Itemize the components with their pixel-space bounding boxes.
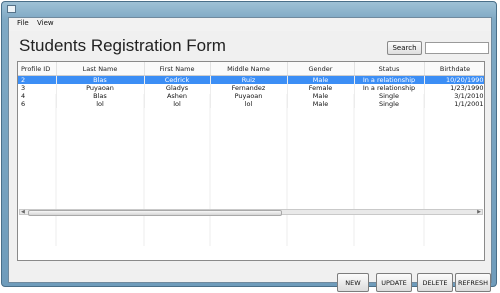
cell-birthdate: 1/23/1990 xyxy=(424,84,484,92)
horizontal-scrollbar[interactable]: ◀ ▶ xyxy=(19,209,483,216)
delete-button[interactable]: DELETE xyxy=(417,273,453,292)
cell-status: Single xyxy=(354,92,425,100)
students-table: Profile ID Last Name First Name Middle N… xyxy=(17,61,485,261)
title-bar[interactable] xyxy=(2,2,496,16)
menu-view[interactable]: View xyxy=(37,19,54,27)
cell-gender: Female xyxy=(287,84,355,92)
cell-first-name: Cedrick xyxy=(144,75,211,84)
menu-file[interactable]: File xyxy=(17,19,29,27)
column-header-first-name[interactable]: First Name xyxy=(144,62,211,76)
cell-last-name: Blas xyxy=(56,75,145,84)
search-input[interactable] xyxy=(425,42,489,54)
table-row[interactable]: 2 Blas Cedrick Ruiz Male In a relationsh… xyxy=(18,75,484,84)
cell-gender: Male xyxy=(287,100,355,108)
cell-birthdate: 1/1/2001 xyxy=(424,100,484,108)
table-header-row: Profile ID Last Name First Name Middle N… xyxy=(18,62,484,76)
column-header-gender[interactable]: Gender xyxy=(287,62,355,76)
cell-middle-name: Fernandez xyxy=(210,84,288,92)
cell-last-name: lol xyxy=(56,100,145,108)
update-button[interactable]: UPDATE xyxy=(376,273,412,292)
client-area: File View Students Registration Form Sea… xyxy=(8,17,492,292)
column-header-middle-name[interactable]: Middle Name xyxy=(210,62,288,76)
cell-status: In a relationship xyxy=(354,75,425,84)
refresh-button[interactable]: REFRESH xyxy=(455,273,491,292)
cell-middle-name: lol xyxy=(210,100,288,108)
cell-first-name: Ashen xyxy=(144,92,211,100)
cell-profile-id: 2 xyxy=(18,75,57,84)
menu-bar: File View xyxy=(9,18,491,31)
cell-status: In a relationship xyxy=(354,84,425,92)
empty-grid-lines xyxy=(55,94,425,246)
table-row[interactable]: 4 Blas Ashen Puyaoan Male Single 3/1/201… xyxy=(18,92,484,100)
cell-birthdate: 10/20/1990 xyxy=(424,75,484,84)
cell-last-name: Blas xyxy=(56,92,145,100)
scroll-right-icon[interactable]: ▶ xyxy=(477,210,481,215)
column-header-status[interactable]: Status xyxy=(354,62,425,76)
cell-gender: Male xyxy=(287,75,355,84)
column-header-last-name[interactable]: Last Name xyxy=(56,62,145,76)
column-header-profile-id[interactable]: Profile ID xyxy=(18,62,57,76)
window-frame: File View Students Registration Form Sea… xyxy=(1,1,497,292)
app-icon xyxy=(7,5,16,13)
table-row[interactable]: 6 lol lol lol Male Single 1/1/2001 xyxy=(18,100,484,108)
new-button[interactable]: NEW xyxy=(337,273,369,292)
table-row[interactable]: 3 Puyaoan Gladys Fernandez Female In a r… xyxy=(18,84,484,92)
cell-birthdate: 3/1/2010 xyxy=(424,92,484,100)
form-title: Students Registration Form xyxy=(19,36,226,55)
cell-profile-id: 3 xyxy=(18,84,57,92)
cell-middle-name: Ruiz xyxy=(210,75,288,84)
cell-gender: Male xyxy=(287,92,355,100)
cell-profile-id: 4 xyxy=(18,92,57,100)
cell-status: Single xyxy=(354,100,425,108)
search-button[interactable]: Search xyxy=(387,41,422,55)
column-header-birthdate[interactable]: Birthdate xyxy=(424,62,484,76)
cell-profile-id: 6 xyxy=(18,100,57,108)
cell-first-name: lol xyxy=(144,100,211,108)
scrollbar-thumb[interactable] xyxy=(28,210,282,216)
cell-middle-name: Puyaoan xyxy=(210,92,288,100)
scroll-left-icon[interactable]: ◀ xyxy=(21,210,25,215)
cell-last-name: Puyaoan xyxy=(56,84,145,92)
cell-first-name: Gladys xyxy=(144,84,211,92)
